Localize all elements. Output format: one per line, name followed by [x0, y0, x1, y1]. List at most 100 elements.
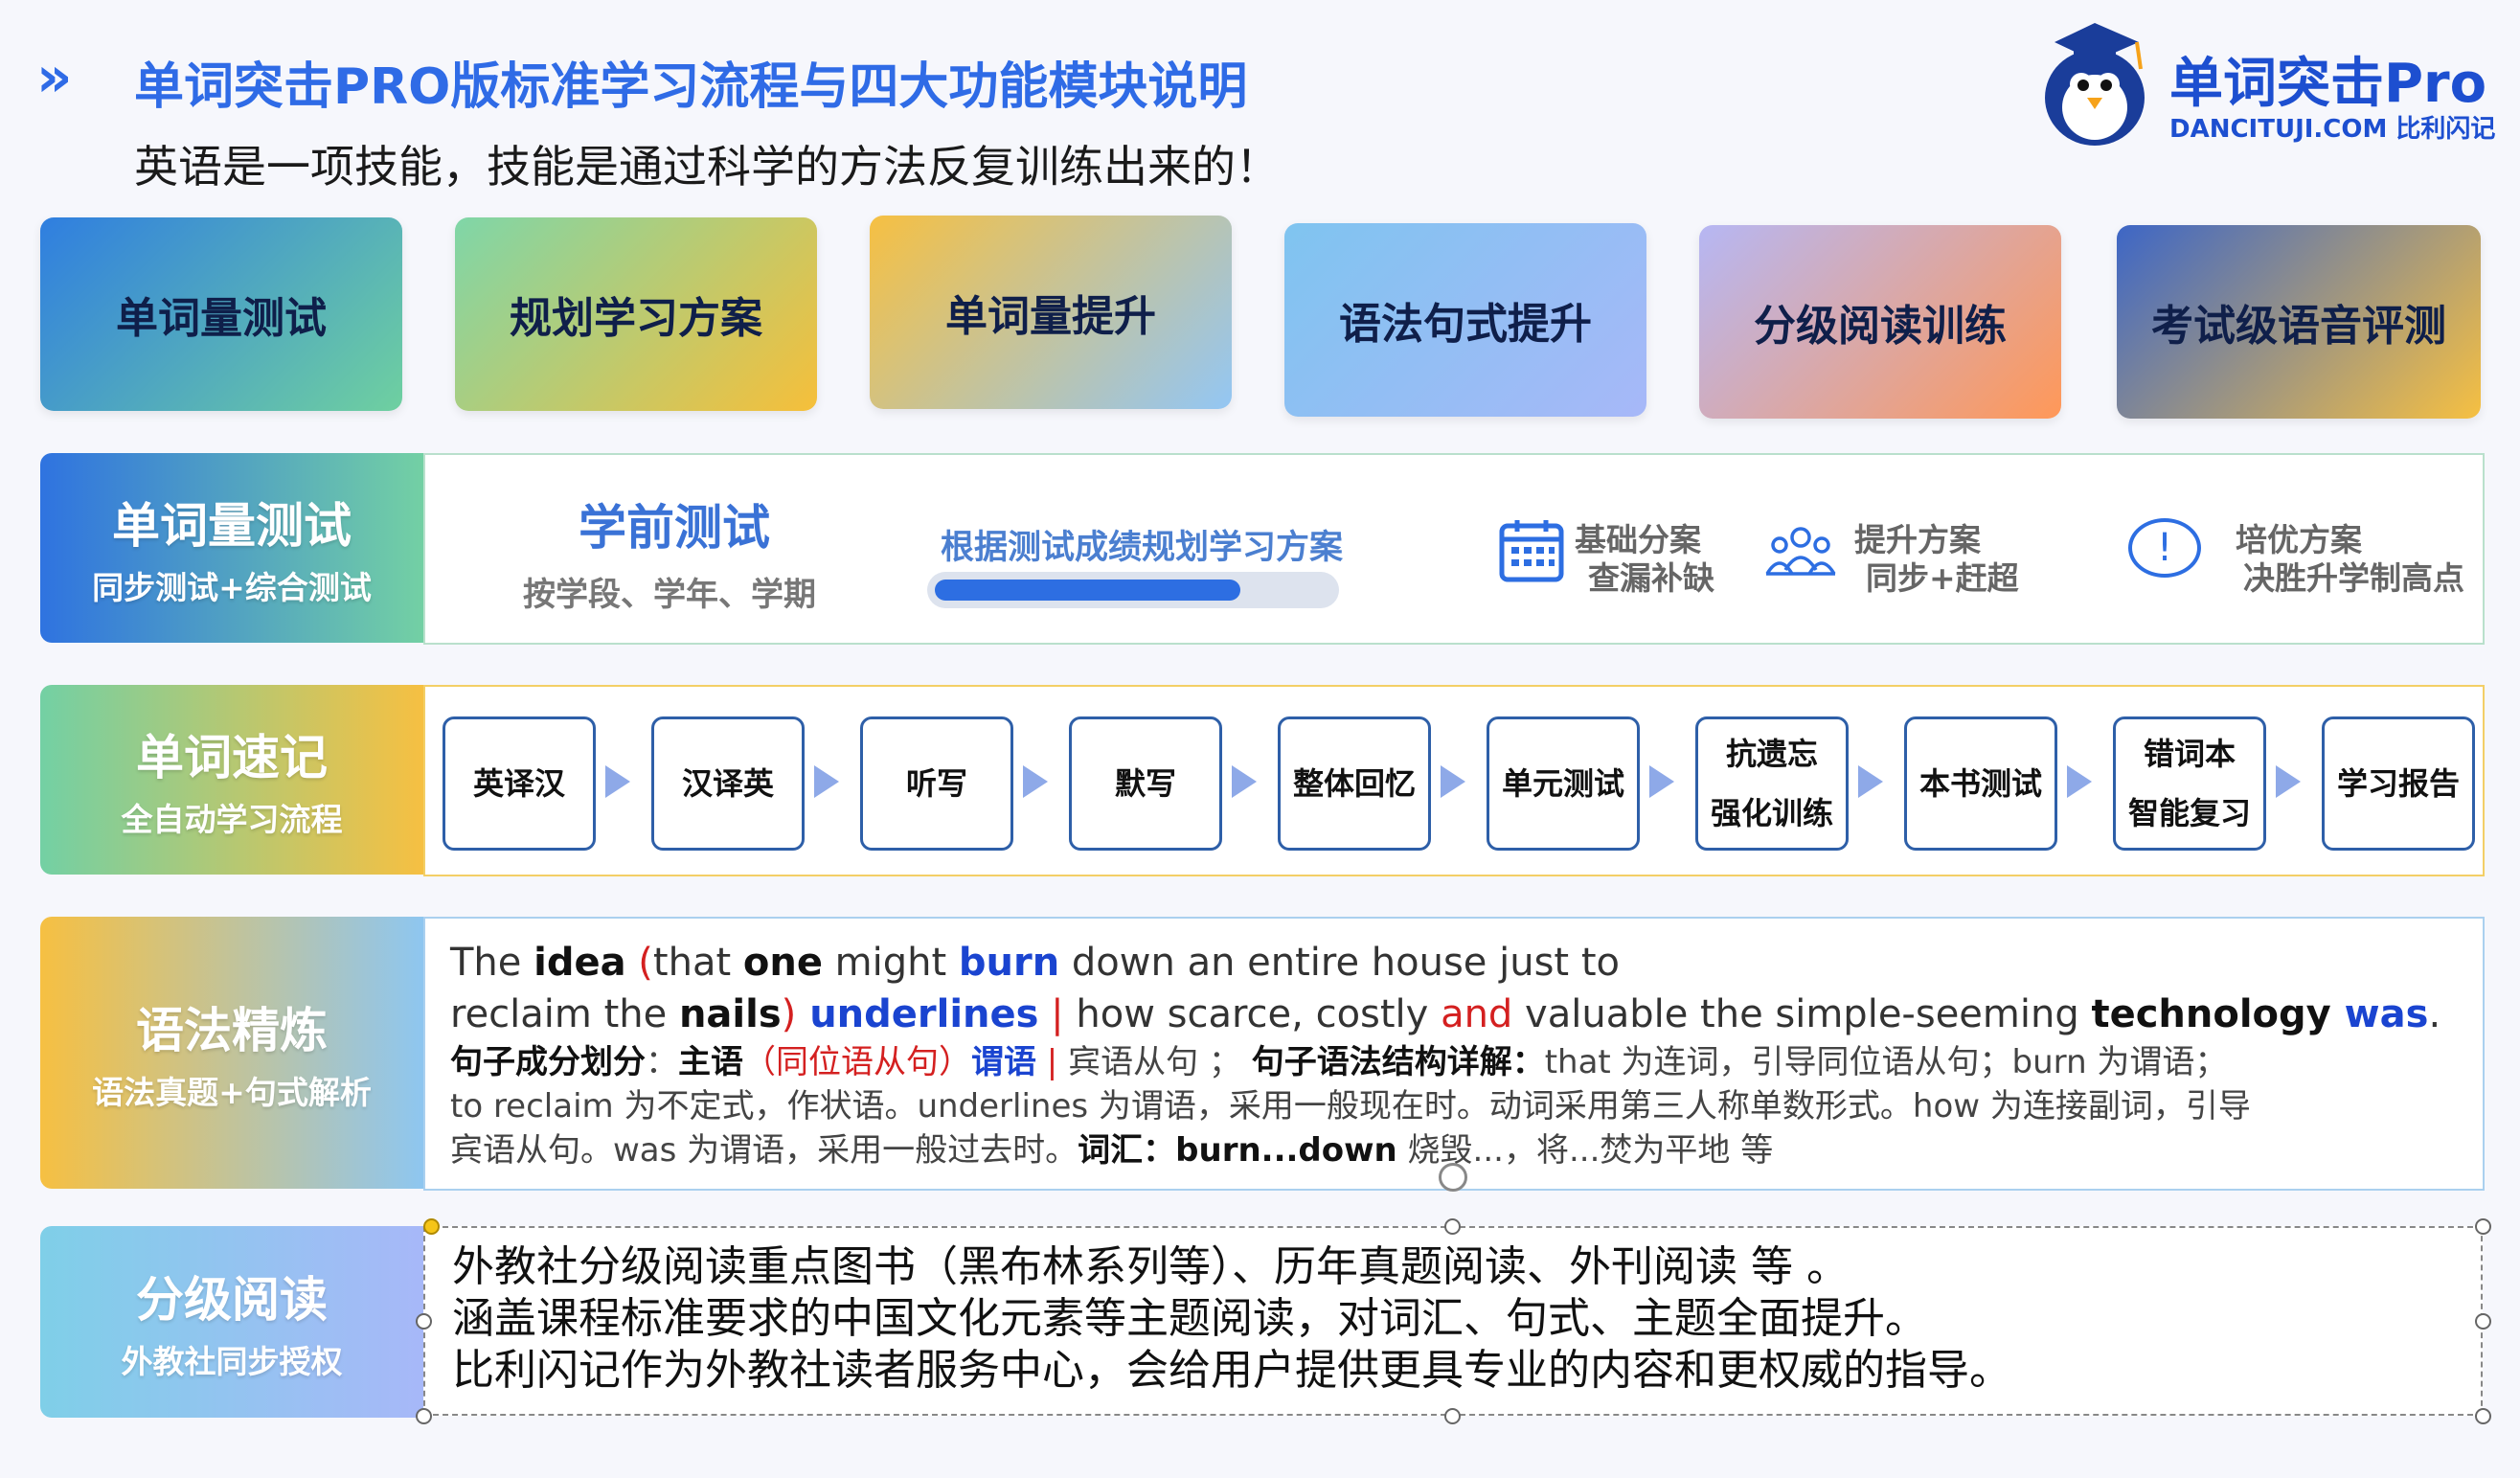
arrow-right-icon — [1232, 765, 1257, 798]
flow-step: 默写 — [1069, 716, 1222, 851]
p1-structure: that 为连词，引导同位语从句；burn 为谓语； — [1544, 1043, 2228, 1081]
grammar-row-label: 语法精炼 语法真题+句式解析 — [40, 917, 423, 1189]
grammar-sentence-line1: The idea (that one might burn down an en… — [450, 937, 1620, 989]
s2-bar: | — [1038, 992, 1077, 1036]
flow-step-line1: 单元测试 — [1501, 765, 1624, 802]
reading-textbox[interactable]: 外教社分级阅读重点图书（黑布林系列等）、历年真题阅读、外刊阅读 等 。 涵盖课程… — [423, 1226, 2483, 1416]
p1-structure-label: 句子语法结构详解： — [1251, 1043, 1545, 1081]
s2-reclaim: reclaim the — [450, 992, 679, 1036]
calendar-icon — [1499, 520, 1564, 582]
memo-row-title: 单词速记 — [136, 730, 328, 785]
test-row-panel: 学前测试 按学段、学年、学期 根据测试成绩规划学习方案 基础分案 查漏补缺 提升… — [423, 453, 2485, 645]
feature-card[interactable]: 规划学习方案 — [455, 217, 817, 411]
reading-line-1: 外教社分级阅读重点图书（黑布林系列等）、历年真题阅读、外刊阅读 等 。 — [452, 1242, 1849, 1291]
flow-step-line2: 智能复习 — [2127, 795, 2251, 831]
grammar-analysis-line3: 宾语从句。was 为谓语，采用一般过去时。词汇：burn...down 烧毁..… — [450, 1128, 1773, 1172]
pretest-title: 学前测试 — [579, 500, 770, 556]
people-icon — [1765, 527, 1836, 576]
reading-row-label: 分级阅读 外教社同步授权 — [40, 1226, 423, 1418]
flow-step: 本书测试 — [1904, 716, 2057, 851]
test-row-title: 单词量测试 — [112, 498, 352, 554]
resize-handle-icon[interactable] — [1444, 1218, 1461, 1235]
flow-step: 单元测试 — [1487, 716, 1640, 851]
feature-card[interactable]: 单词量测试 — [40, 217, 402, 411]
alert-icon: ! — [2128, 518, 2201, 578]
arrow-right-icon — [1023, 765, 1048, 798]
p1-colon: ： — [646, 1043, 678, 1081]
arrow-right-icon — [2067, 765, 2092, 798]
s1-that: that — [652, 941, 743, 985]
p1-object: 宾语从句 ； — [1068, 1043, 1252, 1081]
s2-paren: ) — [781, 992, 797, 1036]
resize-handle-icon[interactable] — [416, 1313, 432, 1330]
flow-step-line1: 汉译英 — [681, 765, 774, 802]
s2-and: and — [1441, 992, 1513, 1036]
plan-title: 根据测试成绩规划学习方案 — [941, 529, 1344, 567]
s2-technology: technology — [2091, 992, 2331, 1036]
pretest-subtitle: 按学段、学年、学期 — [523, 576, 816, 614]
resize-handle-icon[interactable] — [1444, 1408, 1461, 1424]
s1-burn: burn — [958, 941, 1060, 985]
rotate-handle-icon[interactable] — [1439, 1163, 1467, 1192]
feature-card[interactable]: 分级阅读训练 — [1699, 225, 2061, 419]
flow-step-line2: 强化训练 — [1710, 795, 1833, 831]
feature-card-label: 语法句式提升 — [1339, 300, 1592, 349]
penguin-logo-icon — [2045, 23, 2145, 146]
p1-label: 句子成分划分 — [450, 1043, 646, 1081]
feature-card[interactable]: 考试级语音评测 — [2117, 225, 2481, 419]
logo-name: 单词突击Pro — [2169, 53, 2487, 115]
resize-handle-icon[interactable] — [416, 1408, 432, 1424]
flow-step-line1: 听写 — [905, 765, 967, 802]
grammar-row-title: 语法精炼 — [136, 1003, 328, 1058]
p1-subject: 主语 — [678, 1043, 743, 1081]
feature-card-label: 考试级语音评测 — [2151, 302, 2446, 351]
s2-was: was — [2330, 992, 2429, 1036]
s2-underlines: underlines — [796, 992, 1039, 1036]
p1-appositive: （同位语从句） — [743, 1043, 971, 1081]
flow-step-line1: 抗遗忘 — [1725, 736, 1818, 772]
brand-logo: 单词突击Pro DANCITUJI.COM 比利闪记 — [2035, 13, 2505, 148]
resize-handle-icon[interactable] — [2475, 1218, 2491, 1235]
flow-step-line1: 英译汉 — [472, 765, 565, 802]
flow-step: 抗遗忘 强化训练 — [1695, 716, 1849, 851]
feature-card[interactable]: 单词量提升 — [870, 216, 1232, 409]
grammar-row-subtitle: 语法真题+句式解析 — [92, 1074, 372, 1111]
memo-row-label: 单词速记 全自动学习流程 — [40, 685, 423, 875]
flow-step-line1: 学习报告 — [2336, 765, 2460, 802]
arrow-right-icon — [1441, 765, 1465, 798]
reading-row-subtitle: 外教社同步授权 — [121, 1343, 343, 1380]
flow-step: 整体回忆 — [1278, 716, 1431, 851]
s2-nails: nails — [678, 992, 782, 1036]
resize-handle-icon[interactable] — [2475, 1313, 2491, 1330]
flow-step: 学习报告 — [2322, 716, 2475, 851]
s1-text: The — [450, 941, 534, 985]
resize-handle-icon[interactable] — [2475, 1408, 2491, 1424]
arrow-right-icon — [605, 765, 630, 798]
p1-predicate: 谓语 — [971, 1043, 1036, 1081]
feature-card-label: 单词量提升 — [945, 292, 1156, 341]
feature-card[interactable]: 语法句式提升 — [1284, 223, 1646, 417]
reading-row-title: 分级阅读 — [136, 1272, 328, 1328]
memo-row-subtitle: 全自动学习流程 — [121, 801, 343, 838]
flow-step: 错词本 智能复习 — [2113, 716, 2266, 851]
chevron-icon: » — [36, 44, 73, 109]
logo-tagline: DANCITUJI.COM 比利闪记 — [2169, 115, 2496, 144]
flow-step: 英译汉 — [443, 716, 596, 851]
page-title: 单词突击PRO版标准学习流程与四大功能模块说明 — [134, 58, 1248, 116]
feature-card-label: 规划学习方案 — [510, 294, 762, 343]
flow-step-line1: 整体回忆 — [1292, 765, 1416, 802]
s2-period: . — [2428, 992, 2441, 1036]
flow-step-line1: 错词本 — [2143, 736, 2236, 772]
option-excel-line2: 决胜升学制高点 — [2243, 559, 2464, 597]
flow-step: 听写 — [860, 716, 1013, 851]
option-basic-line2: 查漏补缺 — [1588, 559, 1714, 597]
p3-text: 宾语从句。was 为谓语，采用一般过去时。 — [450, 1131, 1078, 1170]
resize-handle-icon[interactable] — [423, 1218, 440, 1235]
grammar-analysis-line2: to reclaim 为不定式，作状语。underlines 为谓语，采用一般现… — [450, 1087, 2251, 1126]
s1-one: one — [742, 941, 823, 985]
s1-paren: ( — [638, 941, 653, 985]
test-row-subtitle: 同步测试+综合测试 — [92, 569, 372, 606]
grammar-analysis-line1: 句子成分划分：主语（同位语从句）谓语 | 宾语从句 ； 句子语法结构详解：tha… — [450, 1040, 2227, 1084]
feature-card-label: 分级阅读训练 — [1754, 302, 2007, 351]
p1-bar: | — [1036, 1043, 1069, 1081]
